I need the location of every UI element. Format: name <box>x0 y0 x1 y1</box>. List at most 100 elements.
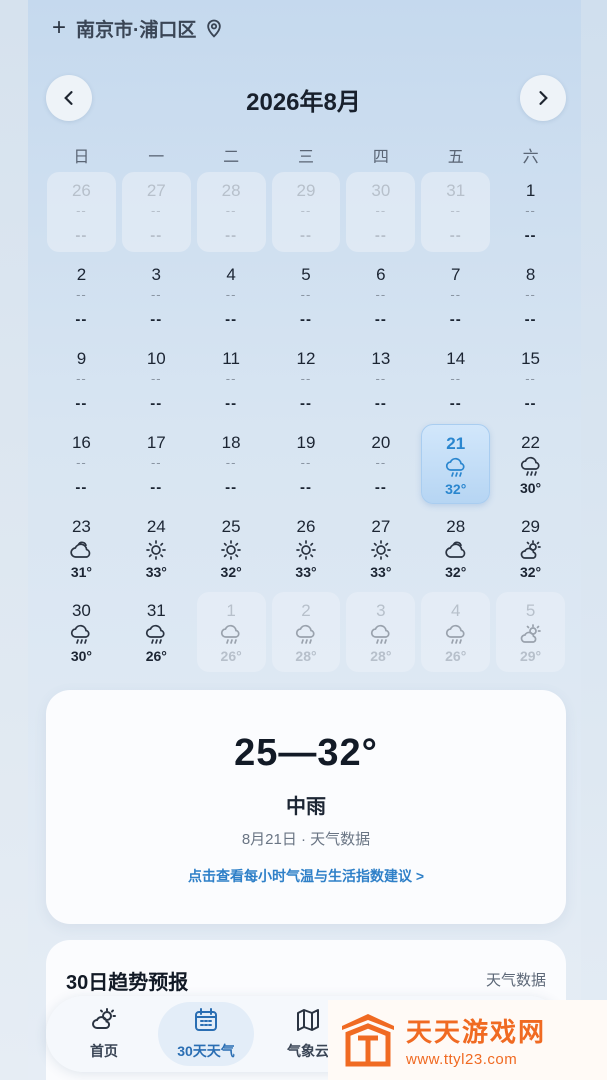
placeholder-icon: -- <box>300 287 312 302</box>
calendar-day[interactable]: 4 26° <box>421 592 491 672</box>
placeholder-icon: -- <box>225 287 237 302</box>
day-detail-card[interactable]: 25—32° 中雨 8月21日 · 天气数据 点击查看每小时气温与生活指数建议 … <box>46 690 566 924</box>
weekday-label: 三 <box>298 149 315 166</box>
placeholder-icon: -- <box>76 371 87 386</box>
calendar-day[interactable]: 28 32° <box>421 508 490 588</box>
background-left <box>0 0 28 1080</box>
partly-cloudy-icon <box>519 622 543 646</box>
calendar-day[interactable]: 15 -- -- <box>496 340 565 420</box>
placeholder-temperature: -- <box>374 395 387 412</box>
tab-30-day[interactable]: 30天天气 <box>158 1002 254 1066</box>
day-number: 28 <box>221 181 241 200</box>
calendar-day[interactable]: 22 30° <box>496 424 565 504</box>
trend-title: 30日趋势预报 <box>66 972 189 994</box>
placeholder-temperature: -- <box>524 311 537 328</box>
rain-icon <box>444 622 468 646</box>
day-number: 26 <box>296 517 316 536</box>
calendar-day[interactable]: 31 -- -- <box>421 172 491 252</box>
placeholder-temperature: -- <box>374 227 387 244</box>
day-temperature: 33° <box>295 564 317 580</box>
placeholder-icon: -- <box>300 371 312 386</box>
calendar-day[interactable]: 9 -- -- <box>47 340 116 420</box>
day-number: 3 <box>151 265 161 284</box>
calendar-day[interactable]: 26 -- -- <box>47 172 116 252</box>
placeholder-temperature: -- <box>299 395 312 412</box>
calendar-day[interactable]: 7 -- -- <box>421 256 490 336</box>
calendar-day[interactable]: 1 26° <box>196 592 266 672</box>
calendar-day[interactable]: 2 28° <box>271 592 341 672</box>
calendar-day[interactable]: 20 -- -- <box>346 424 415 504</box>
day-temperature: 30° <box>519 480 542 496</box>
calendar-day[interactable]: 19 -- -- <box>272 424 341 504</box>
calendar-day[interactable]: 3 28° <box>346 592 416 672</box>
next-month-button[interactable] <box>520 75 566 121</box>
calendar-day[interactable]: 30 30° <box>47 592 116 672</box>
placeholder-icon: -- <box>375 287 387 302</box>
hourly-detail-link[interactable]: 点击查看每小时气温与生活指数建议 > <box>46 866 566 886</box>
day-temperature: 32° <box>445 564 467 580</box>
calendar-day[interactable]: 27 33° <box>346 508 415 588</box>
calendar-day[interactable]: 5 29° <box>496 592 565 672</box>
calendar-day[interactable]: 12 -- -- <box>272 340 341 420</box>
day-number: 31 <box>146 601 166 620</box>
weekday-label: 二 <box>223 149 240 166</box>
calendar-day[interactable]: 24 33° <box>122 508 191 588</box>
calendar-day-selected[interactable]: 21 32° <box>421 424 491 504</box>
calendar-day[interactable]: 29 32° <box>496 508 565 588</box>
weekday-header: 日 一 二 三 四 五 六 <box>44 143 568 167</box>
calendar-day[interactable]: 30 -- -- <box>346 172 416 252</box>
calendar-day[interactable]: 8 -- -- <box>496 256 565 336</box>
placeholder-temperature: -- <box>299 479 312 496</box>
calendar-day[interactable]: 17 -- -- <box>122 424 191 504</box>
calendar-day[interactable]: 27 -- -- <box>121 172 191 252</box>
placeholder-icon: -- <box>150 287 162 302</box>
location-name[interactable]: 南京市·浦口区 <box>76 15 196 42</box>
calendar-day[interactable]: 26 33° <box>272 508 341 588</box>
calendar-day[interactable]: 29 -- -- <box>271 172 341 252</box>
calendar-day[interactable]: 31 26° <box>122 592 191 672</box>
placeholder-temperature: -- <box>524 395 537 412</box>
day-number: 14 <box>446 349 466 368</box>
calendar-day[interactable]: 2 -- -- <box>47 256 116 336</box>
calendar-day[interactable]: 5 -- -- <box>272 256 341 336</box>
sun-icon <box>144 538 168 562</box>
day-number: 4 <box>450 601 461 620</box>
placeholder-icon: -- <box>375 455 387 470</box>
location-pin-icon <box>207 19 222 38</box>
calendar-day[interactable]: 11 -- -- <box>197 340 266 420</box>
chevron-right-icon <box>539 91 548 105</box>
tab-home[interactable]: 首页 <box>56 1002 152 1066</box>
day-number: 5 <box>301 265 311 284</box>
placeholder-icon: -- <box>225 371 237 386</box>
calendar-day[interactable]: 18 -- -- <box>197 424 266 504</box>
calendar-day[interactable]: 23 31° <box>47 508 116 588</box>
location-selector[interactable]: + 南京市·浦口区 <box>52 14 224 42</box>
calendar-day[interactable]: 25 32° <box>197 508 266 588</box>
placeholder-temperature: -- <box>449 227 462 244</box>
cloudy-icon <box>69 538 93 562</box>
day-temperature: 26° <box>145 648 167 664</box>
placeholder-temperature: -- <box>299 227 312 244</box>
day-number: 12 <box>296 349 316 368</box>
day-number: 30 <box>371 181 391 200</box>
weekday-label: 五 <box>447 149 464 166</box>
calendar-day[interactable]: 4 -- -- <box>197 256 266 336</box>
day-number: 23 <box>71 517 91 536</box>
calendar-day[interactable]: 28 -- -- <box>196 172 266 252</box>
calendar-day[interactable]: 16 -- -- <box>47 424 116 504</box>
calendar-day[interactable]: 10 -- -- <box>122 340 191 420</box>
add-location-icon[interactable]: + <box>52 14 66 42</box>
calendar-day[interactable]: 3 -- -- <box>122 256 191 336</box>
site-logo-icon <box>342 1014 394 1067</box>
placeholder-icon: -- <box>225 203 237 218</box>
placeholder-icon: -- <box>150 203 162 218</box>
temperature-range: 25—32° <box>234 732 378 774</box>
day-number: 3 <box>376 601 386 620</box>
calendar-day[interactable]: 6 -- -- <box>346 256 415 336</box>
calendar-day[interactable]: 14 -- -- <box>421 340 490 420</box>
placeholder-icon: -- <box>375 203 387 218</box>
day-temperature: 32° <box>519 564 542 580</box>
calendar-day[interactable]: 1 -- -- <box>496 172 565 252</box>
trend-source: 天气数据 <box>485 972 546 989</box>
calendar-day[interactable]: 13 -- -- <box>346 340 415 420</box>
